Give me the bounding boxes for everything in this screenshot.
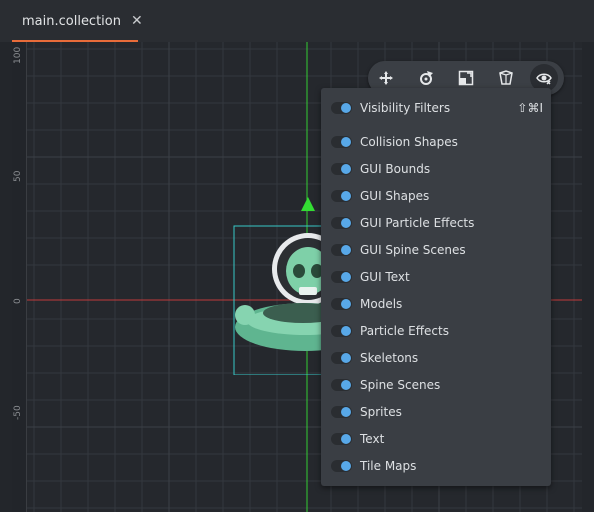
visibility-filters-toggle[interactable]: [331, 102, 352, 114]
close-icon[interactable]: ✕: [131, 13, 143, 29]
menu-item-skeletons[interactable]: Skeletons: [321, 345, 551, 371]
ruler-label-100: 100: [13, 46, 23, 64]
ruler-label-50: 50: [13, 170, 23, 182]
toggle-switch[interactable]: [331, 298, 352, 310]
toggle-switch[interactable]: [331, 136, 352, 148]
toggle-switch[interactable]: [331, 163, 352, 175]
toggle-switch[interactable]: [331, 244, 352, 256]
menu-item-gui-text[interactable]: GUI Text: [321, 264, 551, 290]
ruler-label-minus-50: -50: [13, 405, 23, 420]
menu-item-label: GUI Particle Effects: [360, 216, 475, 230]
menu-item-label: Text: [360, 432, 385, 446]
ruler-label-0: 0: [13, 298, 23, 304]
move-gizmo-arrow[interactable]: [301, 197, 315, 213]
perspective-icon: [499, 70, 513, 85]
toggle-switch[interactable]: [331, 352, 352, 364]
menu-item-label: GUI Shapes: [360, 189, 430, 203]
menu-item-collision-shapes[interactable]: Collision Shapes: [321, 129, 551, 155]
menu-item-gui-shapes[interactable]: GUI Shapes: [321, 183, 551, 209]
menu-item-label: GUI Text: [360, 270, 410, 284]
scale-icon: [458, 70, 474, 86]
move-icon: [379, 71, 393, 85]
toggle-switch[interactable]: [331, 460, 352, 472]
rotate-icon: [420, 71, 433, 85]
menu-item-label: GUI Spine Scenes: [360, 243, 466, 257]
menu-item-gui-bounds[interactable]: GUI Bounds: [321, 156, 551, 182]
menu-item-label: Tile Maps: [360, 459, 417, 473]
toggle-switch[interactable]: [331, 217, 352, 229]
menu-shortcut: ⇧⌘I: [517, 101, 543, 115]
menu-item-label: Collision Shapes: [360, 135, 458, 149]
vertical-ruler: 100 50 0 -50: [12, 42, 27, 512]
toggle-switch[interactable]: [331, 406, 352, 418]
menu-item-models[interactable]: Models: [321, 291, 551, 317]
toggle-switch[interactable]: [331, 379, 352, 391]
menu-item-gui-particle-effects[interactable]: GUI Particle Effects: [321, 210, 551, 236]
visibility-filters-toggle-row[interactable]: Visibility Filters ⇧⌘I: [321, 95, 551, 121]
visibility-icon: [536, 73, 552, 85]
menu-item-label: Spine Scenes: [360, 378, 441, 392]
menu-item-label: GUI Bounds: [360, 162, 431, 176]
menu-item-spine-scenes[interactable]: Spine Scenes: [321, 372, 551, 398]
toggle-switch[interactable]: [331, 325, 352, 337]
tab-main-collection[interactable]: main.collection ✕: [12, 0, 143, 42]
menu-item-tile-maps[interactable]: Tile Maps: [321, 453, 551, 479]
toggle-switch[interactable]: [331, 433, 352, 445]
menu-header-label: Visibility Filters: [360, 101, 451, 115]
toggle-switch[interactable]: [331, 190, 352, 202]
menu-item-gui-spine-scenes[interactable]: GUI Spine Scenes: [321, 237, 551, 263]
toggle-switch[interactable]: [331, 271, 352, 283]
menu-item-label: Models: [360, 297, 403, 311]
menu-item-label: Skeletons: [360, 351, 419, 365]
tab-label: main.collection: [22, 13, 121, 29]
menu-item-particle-effects[interactable]: Particle Effects: [321, 318, 551, 344]
menu-item-sprites[interactable]: Sprites: [321, 399, 551, 425]
menu-item-text[interactable]: Text: [321, 426, 551, 452]
menu-item-label: Particle Effects: [360, 324, 449, 338]
menu-item-label: Sprites: [360, 405, 402, 419]
tab-bar: main.collection ✕: [0, 0, 594, 42]
visibility-filters-menu: Visibility Filters ⇧⌘I Collision Shapes …: [321, 88, 551, 486]
